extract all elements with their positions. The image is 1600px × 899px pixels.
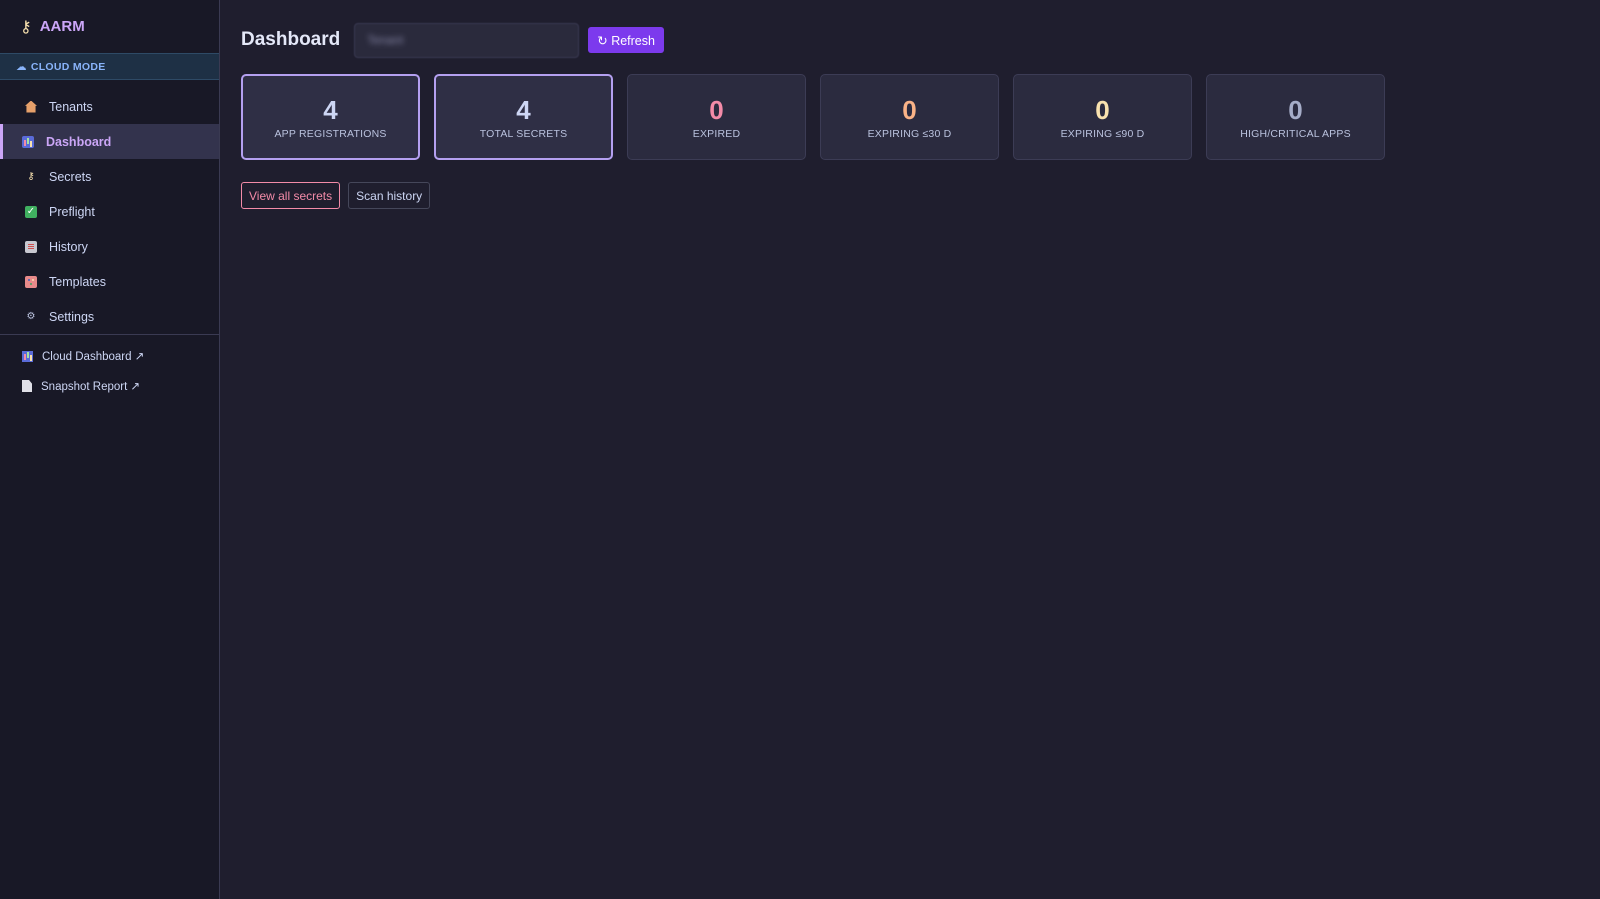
stat-card-expiring-30d[interactable]: 0 EXPIRING ≤30 D	[820, 74, 999, 160]
scan-history-button[interactable]: Scan history	[348, 182, 431, 209]
mode-label: CLOUD MODE	[30, 60, 106, 73]
stat-label: APP REGISTRATIONS	[274, 127, 387, 140]
sidebar-item-dashboard[interactable]: Dashboard	[0, 124, 219, 159]
sidebar-item-secrets[interactable]: ⚷ Secrets	[0, 159, 219, 194]
sidebar-item-tenants[interactable]: Tenants	[0, 89, 219, 124]
sidebar-item-templates[interactable]: Templates	[0, 264, 219, 299]
sidebar-item-settings[interactable]: ⚙ Settings	[0, 299, 219, 334]
stat-value: 0	[902, 94, 917, 125]
house-icon	[25, 100, 37, 113]
palette-icon	[25, 275, 37, 288]
brand[interactable]: ⚷ AARM	[0, 0, 219, 53]
stat-card-total-secrets[interactable]: 4 TOTAL SECRETS	[434, 74, 613, 160]
checkmark-icon: ✓	[25, 205, 37, 218]
link-label: Snapshot Report ↗	[41, 381, 141, 393]
action-buttons: View all secrets Scan history	[241, 182, 1579, 209]
gear-icon: ⚙	[26, 311, 36, 322]
sidebar-nav: Tenants Dashboard ⚷ Secrets ✓ Preflight …	[0, 80, 219, 334]
snapshot-report-link[interactable]: Snapshot Report ↗	[0, 371, 219, 401]
link-label: Cloud Dashboard ↗	[42, 351, 145, 363]
stat-value: 4	[516, 94, 531, 125]
stat-label: EXPIRING ≤30 D	[867, 127, 952, 140]
stat-value: 0	[709, 94, 724, 125]
tenant-value: Tenant	[367, 33, 404, 47]
clipboard-icon	[25, 240, 37, 253]
page-title: Dashboard	[241, 29, 341, 50]
sidebar-item-label: Settings	[49, 309, 95, 324]
stat-label: HIGH/CRITICAL APPS	[1240, 127, 1351, 140]
sidebar-item-history[interactable]: History	[0, 229, 219, 264]
cloud-icon: ☁	[16, 60, 27, 73]
sidebar-item-label: Preflight	[49, 204, 95, 219]
key-icon: ⚷	[27, 171, 35, 182]
sidebar-item-preflight[interactable]: ✓ Preflight	[0, 194, 219, 229]
stat-value: 0	[1095, 94, 1110, 125]
stat-label: EXPIRING ≤90 D	[1060, 127, 1145, 140]
refresh-button[interactable]: ↻ Refresh	[588, 27, 664, 53]
sidebar-item-label: Dashboard	[46, 134, 112, 149]
external-links: Cloud Dashboard ↗ Snapshot Report ↗	[0, 335, 219, 401]
tenant-select[interactable]: Tenant	[354, 22, 580, 58]
cloud-dashboard-link[interactable]: Cloud Dashboard ↗	[0, 341, 219, 371]
stat-card-app-registrations[interactable]: 4 APP REGISTRATIONS	[241, 74, 420, 160]
top-bar: Dashboard Tenant ↻ Refresh	[241, 22, 1579, 58]
stat-card-expiring-90d[interactable]: 0 EXPIRING ≤90 D	[1013, 74, 1192, 160]
sidebar-item-label: Tenants	[49, 99, 93, 114]
main-content: Dashboard Tenant ↻ Refresh 4 APP REGISTR…	[220, 0, 1600, 899]
document-icon	[22, 380, 32, 392]
brand-name: AARM	[39, 18, 85, 35]
sidebar-item-label: Templates	[49, 274, 106, 289]
bar-chart-icon	[22, 135, 34, 148]
stat-label: TOTAL SECRETS	[479, 127, 568, 140]
sidebar-item-label: Secrets	[49, 169, 92, 184]
bar-chart-icon	[22, 350, 33, 362]
stats-row: 4 APP REGISTRATIONS 4 TOTAL SECRETS 0 EX…	[241, 74, 1579, 160]
key-icon: ⚷	[20, 18, 32, 36]
app-root: ⚷ AARM ☁ CLOUD MODE Tenants Dashboard ⚷ …	[0, 0, 1600, 899]
view-all-secrets-button[interactable]: View all secrets	[241, 182, 341, 209]
sidebar: ⚷ AARM ☁ CLOUD MODE Tenants Dashboard ⚷ …	[0, 0, 220, 899]
stat-value: 0	[1288, 94, 1303, 125]
sidebar-item-label: History	[49, 239, 88, 254]
stat-card-high-critical-apps[interactable]: 0 HIGH/CRITICAL APPS	[1206, 74, 1385, 160]
stat-card-expired[interactable]: 0 EXPIRED	[627, 74, 806, 160]
cloud-mode-banner: ☁ CLOUD MODE	[0, 53, 219, 80]
stat-label: EXPIRED	[692, 127, 741, 140]
stat-value: 4	[323, 94, 338, 125]
